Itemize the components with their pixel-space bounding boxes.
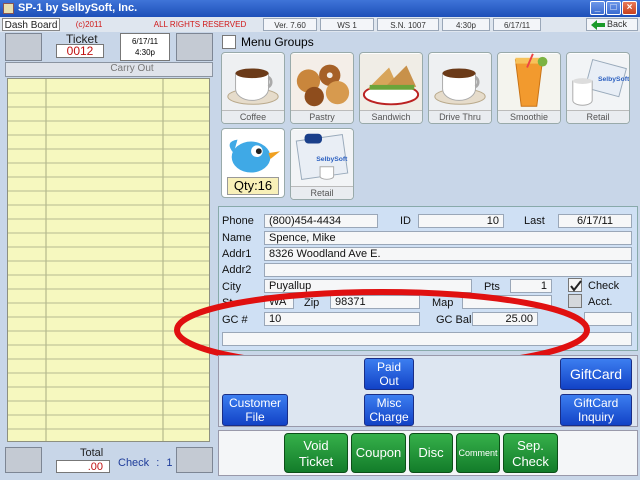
status-bar: Dash Board (c)2011 ALL RIGHTS RESERVED V… [0, 17, 640, 32]
qty-badge: Qty:16 [227, 177, 279, 195]
button-line: File [245, 410, 265, 424]
window-title: SP-1 by SelbySoft, Inc. [18, 2, 138, 14]
sep-check-button[interactable]: Sep. Check [503, 433, 558, 473]
menu-tile-pastry[interactable]: Pastry [290, 52, 354, 124]
tile-label: Retail [291, 186, 353, 199]
app-icon [3, 3, 14, 14]
button-line: Misc [376, 396, 402, 410]
left-bottom-slot[interactable] [5, 447, 42, 473]
title-bar: SP-1 by SelbySoft, Inc. _ □ × [0, 0, 640, 17]
ticket-time: 4:30p [134, 48, 156, 57]
check-separator: : [156, 457, 160, 469]
menu-tile-retail[interactable]: SelbySoft Retail [566, 52, 630, 124]
coffee-cup-icon [222, 53, 284, 111]
svg-text:SelbySoft: SelbySoft [316, 156, 348, 163]
customer-file-button[interactable]: Customer File [222, 394, 288, 426]
last-visit-field[interactable]: 6/17/11 [558, 214, 632, 228]
giftcard-button[interactable]: GiftCard [560, 358, 632, 390]
id-label: ID [400, 215, 411, 227]
version-text: Ver. 7.60 [263, 18, 317, 31]
void-ticket-button[interactable]: Void Ticket [284, 433, 348, 473]
back-arrow-icon [591, 20, 605, 30]
misc-charge-button[interactable]: Misc Charge [364, 394, 414, 426]
order-grid[interactable] [7, 78, 210, 442]
button-line: GiftCard [573, 396, 619, 410]
date-text: 6/17/11 [493, 18, 541, 31]
tile-label: Pastry [291, 110, 353, 123]
button-line: Sep. [517, 438, 544, 453]
check-label: Check [118, 457, 150, 469]
minimize-button[interactable]: _ [590, 1, 605, 15]
name-field[interactable]: Spence, Mike [264, 231, 632, 245]
right-top-slot[interactable] [176, 33, 213, 61]
addr1-field[interactable]: 8326 Woodland Ave E. [264, 247, 632, 261]
sandwich-icon [360, 53, 422, 111]
button-line: Check [512, 454, 549, 469]
button-line: Inquiry [577, 410, 615, 424]
coffee-cup-icon [429, 53, 491, 111]
tile-label: Coffee [222, 110, 284, 123]
tile-label: Drive Thru [429, 110, 491, 123]
menu-tile-special[interactable]: Qty:16 [221, 128, 285, 198]
retail-shirt-icon: SelbySoft [291, 129, 353, 187]
order-type[interactable]: Carry Out [58, 62, 206, 76]
button-line: Out [379, 374, 399, 388]
time-text: 4:30p [442, 18, 490, 31]
menu-tile-smoothie[interactable]: Smoothie [497, 52, 561, 124]
tile-label: Retail [567, 110, 629, 123]
tab-dashboard[interactable]: Dash Board [2, 18, 60, 31]
paid-out-button[interactable]: Paid Out [364, 358, 414, 390]
menu-tile-drive-thru[interactable]: Drive Thru [428, 52, 492, 124]
workstation-text: WS 1 [320, 18, 374, 31]
close-button[interactable]: × [622, 1, 637, 15]
copyright-text: (c)2011 [75, 20, 103, 29]
button-line: Paid [376, 360, 402, 374]
ticket-datetime: 6/17/11 4:30p [120, 33, 170, 61]
button-line: Customer [228, 396, 281, 410]
rights-text: ALL RIGHTS RESERVED [153, 20, 247, 29]
order-grid-lines [8, 79, 209, 441]
disc-button[interactable]: Disc [409, 433, 453, 473]
check-number: 1 [166, 457, 173, 469]
last-label: Last [524, 215, 545, 227]
total-label: Total [80, 447, 104, 459]
retail-mug-icon: SelbySoft [567, 53, 629, 111]
left-top-slot[interactable] [5, 33, 42, 61]
tile-label: Sandwich [360, 110, 422, 123]
coupon-button[interactable]: Coupon [351, 433, 406, 473]
menu-tile-retail-2[interactable]: SelbySoft Retail [290, 128, 354, 200]
pastry-icon [291, 53, 353, 111]
button-line: Void [303, 438, 329, 453]
menu-tile-coffee[interactable]: Coffee [221, 52, 285, 124]
maximize-button[interactable]: □ [606, 1, 621, 15]
back-button[interactable]: Back [586, 18, 638, 31]
total-value: .00 [56, 460, 110, 473]
right-bottom-slot[interactable] [176, 447, 213, 473]
menu-groups-checkbox[interactable] [222, 35, 236, 49]
id-field[interactable]: 10 [418, 214, 504, 228]
ticket-number: 0012 [56, 44, 104, 58]
tile-label: Smoothie [498, 110, 560, 123]
addr2-field[interactable] [264, 263, 632, 277]
menu-groups-label: Menu Groups [241, 35, 314, 49]
menu-tile-sandwich[interactable]: Sandwich [359, 52, 423, 124]
giftcard-inquiry-button[interactable]: GiftCard Inquiry [560, 394, 632, 426]
button-line: Ticket [298, 454, 334, 469]
serial-text: S.N. 1007 [377, 18, 439, 31]
check-indicator: Check : 1 [118, 457, 173, 469]
svg-text:SelbySoft: SelbySoft [598, 76, 629, 83]
back-label: Back [607, 19, 628, 29]
button-line: Charge [369, 410, 409, 424]
ticket-date: 6/17/11 [131, 37, 159, 46]
phone-field[interactable]: (800)454-4434 [264, 214, 378, 228]
smoothie-icon [498, 53, 560, 111]
comment-button[interactable]: Comment [456, 433, 500, 473]
phone-label: Phone [222, 215, 254, 227]
addr2-label: Addr2 [222, 264, 252, 276]
addr1-label: Addr1 [222, 248, 252, 260]
name-label: Name [222, 232, 252, 244]
